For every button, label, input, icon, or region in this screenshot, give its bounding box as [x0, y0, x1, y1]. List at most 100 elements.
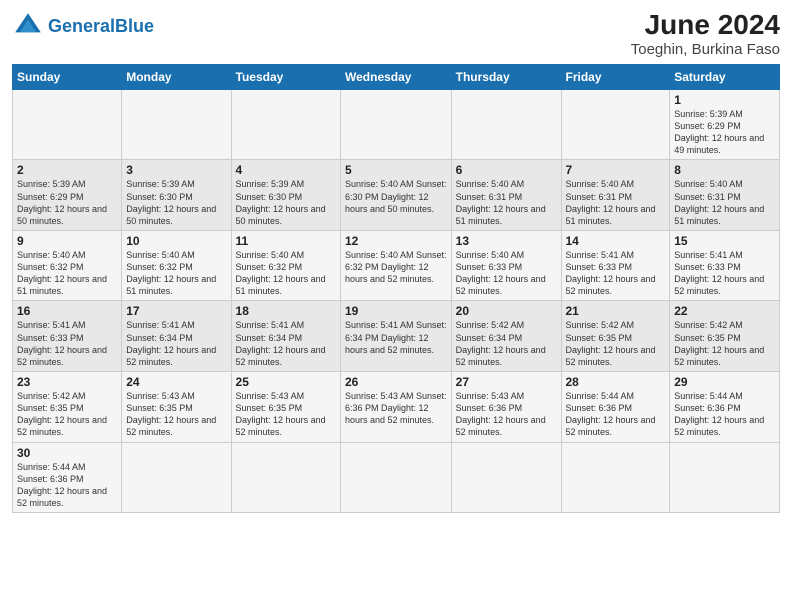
day-number: 11 — [236, 234, 336, 248]
calendar-cell: 28Sunrise: 5:44 AM Sunset: 6:36 PM Dayli… — [561, 372, 670, 443]
calendar-cell: 20Sunrise: 5:42 AM Sunset: 6:34 PM Dayli… — [451, 301, 561, 372]
day-number: 16 — [17, 304, 117, 318]
day-number: 20 — [456, 304, 557, 318]
calendar-cell: 16Sunrise: 5:41 AM Sunset: 6:33 PM Dayli… — [13, 301, 122, 372]
day-info: Sunrise: 5:42 AM Sunset: 6:35 PM Dayligh… — [566, 319, 666, 368]
day-number: 5 — [345, 163, 447, 177]
calendar-cell — [341, 89, 452, 160]
calendar-week-2: 2Sunrise: 5:39 AM Sunset: 6:29 PM Daylig… — [13, 160, 780, 231]
weekday-header-sunday: Sunday — [13, 64, 122, 89]
calendar-cell: 15Sunrise: 5:41 AM Sunset: 6:33 PM Dayli… — [670, 230, 780, 301]
day-info: Sunrise: 5:41 AM Sunset: 6:33 PM Dayligh… — [566, 249, 666, 298]
calendar-cell: 1Sunrise: 5:39 AM Sunset: 6:29 PM Daylig… — [670, 89, 780, 160]
calendar-cell — [451, 442, 561, 513]
day-info: Sunrise: 5:39 AM Sunset: 6:29 PM Dayligh… — [17, 178, 117, 227]
logo-general: General — [48, 16, 115, 36]
day-number: 27 — [456, 375, 557, 389]
day-info: Sunrise: 5:41 AM Sunset: 6:34 PM Dayligh… — [345, 319, 447, 355]
calendar-cell: 18Sunrise: 5:41 AM Sunset: 6:34 PM Dayli… — [231, 301, 340, 372]
calendar-cell: 22Sunrise: 5:42 AM Sunset: 6:35 PM Dayli… — [670, 301, 780, 372]
calendar-cell — [231, 442, 340, 513]
calendar-cell — [561, 89, 670, 160]
calendar-cell: 13Sunrise: 5:40 AM Sunset: 6:33 PM Dayli… — [451, 230, 561, 301]
weekday-row: SundayMondayTuesdayWednesdayThursdayFrid… — [13, 64, 780, 89]
day-number: 23 — [17, 375, 117, 389]
day-number: 6 — [456, 163, 557, 177]
day-number: 15 — [674, 234, 775, 248]
day-info: Sunrise: 5:40 AM Sunset: 6:32 PM Dayligh… — [126, 249, 226, 298]
day-info: Sunrise: 5:44 AM Sunset: 6:36 PM Dayligh… — [674, 390, 775, 439]
day-info: Sunrise: 5:42 AM Sunset: 6:34 PM Dayligh… — [456, 319, 557, 368]
calendar-header: SundayMondayTuesdayWednesdayThursdayFrid… — [13, 64, 780, 89]
day-info: Sunrise: 5:42 AM Sunset: 6:35 PM Dayligh… — [17, 390, 117, 439]
calendar-cell — [561, 442, 670, 513]
calendar-week-3: 9Sunrise: 5:40 AM Sunset: 6:32 PM Daylig… — [13, 230, 780, 301]
calendar-cell: 27Sunrise: 5:43 AM Sunset: 6:36 PM Dayli… — [451, 372, 561, 443]
weekday-header-tuesday: Tuesday — [231, 64, 340, 89]
weekday-header-monday: Monday — [122, 64, 231, 89]
weekday-header-saturday: Saturday — [670, 64, 780, 89]
calendar-cell: 5Sunrise: 5:40 AM Sunset: 6:30 PM Daylig… — [341, 160, 452, 231]
day-number: 17 — [126, 304, 226, 318]
day-number: 3 — [126, 163, 226, 177]
calendar-title: June 2024 — [631, 10, 780, 41]
calendar-cell: 26Sunrise: 5:43 AM Sunset: 6:36 PM Dayli… — [341, 372, 452, 443]
day-info: Sunrise: 5:44 AM Sunset: 6:36 PM Dayligh… — [566, 390, 666, 439]
calendar-cell: 9Sunrise: 5:40 AM Sunset: 6:32 PM Daylig… — [13, 230, 122, 301]
day-number: 13 — [456, 234, 557, 248]
calendar-table: SundayMondayTuesdayWednesdayThursdayFrid… — [12, 64, 780, 513]
day-info: Sunrise: 5:41 AM Sunset: 6:34 PM Dayligh… — [236, 319, 336, 368]
day-info: Sunrise: 5:40 AM Sunset: 6:31 PM Dayligh… — [456, 178, 557, 227]
day-number: 22 — [674, 304, 775, 318]
calendar-cell: 8Sunrise: 5:40 AM Sunset: 6:31 PM Daylig… — [670, 160, 780, 231]
calendar-cell — [341, 442, 452, 513]
day-info: Sunrise: 5:40 AM Sunset: 6:32 PM Dayligh… — [236, 249, 336, 298]
calendar-cell: 14Sunrise: 5:41 AM Sunset: 6:33 PM Dayli… — [561, 230, 670, 301]
calendar-cell — [231, 89, 340, 160]
weekday-header-friday: Friday — [561, 64, 670, 89]
day-number: 30 — [17, 446, 117, 460]
day-info: Sunrise: 5:43 AM Sunset: 6:36 PM Dayligh… — [456, 390, 557, 439]
calendar-cell — [13, 89, 122, 160]
calendar-body: 1Sunrise: 5:39 AM Sunset: 6:29 PM Daylig… — [13, 89, 780, 512]
calendar-cell: 4Sunrise: 5:39 AM Sunset: 6:30 PM Daylig… — [231, 160, 340, 231]
day-number: 12 — [345, 234, 447, 248]
day-info: Sunrise: 5:43 AM Sunset: 6:35 PM Dayligh… — [126, 390, 226, 439]
day-number: 9 — [17, 234, 117, 248]
calendar-cell: 23Sunrise: 5:42 AM Sunset: 6:35 PM Dayli… — [13, 372, 122, 443]
day-number: 21 — [566, 304, 666, 318]
calendar-week-1: 1Sunrise: 5:39 AM Sunset: 6:29 PM Daylig… — [13, 89, 780, 160]
day-info: Sunrise: 5:40 AM Sunset: 6:31 PM Dayligh… — [566, 178, 666, 227]
calendar-cell: 12Sunrise: 5:40 AM Sunset: 6:32 PM Dayli… — [341, 230, 452, 301]
calendar-cell: 25Sunrise: 5:43 AM Sunset: 6:35 PM Dayli… — [231, 372, 340, 443]
calendar-cell: 10Sunrise: 5:40 AM Sunset: 6:32 PM Dayli… — [122, 230, 231, 301]
calendar-cell: 6Sunrise: 5:40 AM Sunset: 6:31 PM Daylig… — [451, 160, 561, 231]
day-number: 14 — [566, 234, 666, 248]
day-number: 18 — [236, 304, 336, 318]
logo-blue: Blue — [115, 16, 154, 36]
day-number: 2 — [17, 163, 117, 177]
calendar-subtitle: Toeghin, Burkina Faso — [631, 41, 780, 58]
day-number: 25 — [236, 375, 336, 389]
calendar-week-4: 16Sunrise: 5:41 AM Sunset: 6:33 PM Dayli… — [13, 301, 780, 372]
day-info: Sunrise: 5:41 AM Sunset: 6:33 PM Dayligh… — [17, 319, 117, 368]
page: GeneralBlue June 2024 Toeghin, Burkina F… — [0, 0, 792, 523]
day-info: Sunrise: 5:43 AM Sunset: 6:35 PM Dayligh… — [236, 390, 336, 439]
day-info: Sunrise: 5:40 AM Sunset: 6:32 PM Dayligh… — [17, 249, 117, 298]
title-block: June 2024 Toeghin, Burkina Faso — [631, 10, 780, 58]
calendar-cell: 29Sunrise: 5:44 AM Sunset: 6:36 PM Dayli… — [670, 372, 780, 443]
calendar-cell — [451, 89, 561, 160]
day-number: 29 — [674, 375, 775, 389]
calendar-cell — [122, 89, 231, 160]
calendar-week-5: 23Sunrise: 5:42 AM Sunset: 6:35 PM Dayli… — [13, 372, 780, 443]
day-info: Sunrise: 5:40 AM Sunset: 6:30 PM Dayligh… — [345, 178, 447, 214]
calendar-cell: 21Sunrise: 5:42 AM Sunset: 6:35 PM Dayli… — [561, 301, 670, 372]
day-info: Sunrise: 5:44 AM Sunset: 6:36 PM Dayligh… — [17, 461, 117, 510]
day-number: 1 — [674, 93, 775, 107]
day-number: 4 — [236, 163, 336, 177]
day-info: Sunrise: 5:40 AM Sunset: 6:32 PM Dayligh… — [345, 249, 447, 285]
day-info: Sunrise: 5:43 AM Sunset: 6:36 PM Dayligh… — [345, 390, 447, 426]
day-info: Sunrise: 5:42 AM Sunset: 6:35 PM Dayligh… — [674, 319, 775, 368]
day-info: Sunrise: 5:39 AM Sunset: 6:29 PM Dayligh… — [674, 108, 775, 157]
day-info: Sunrise: 5:39 AM Sunset: 6:30 PM Dayligh… — [126, 178, 226, 227]
